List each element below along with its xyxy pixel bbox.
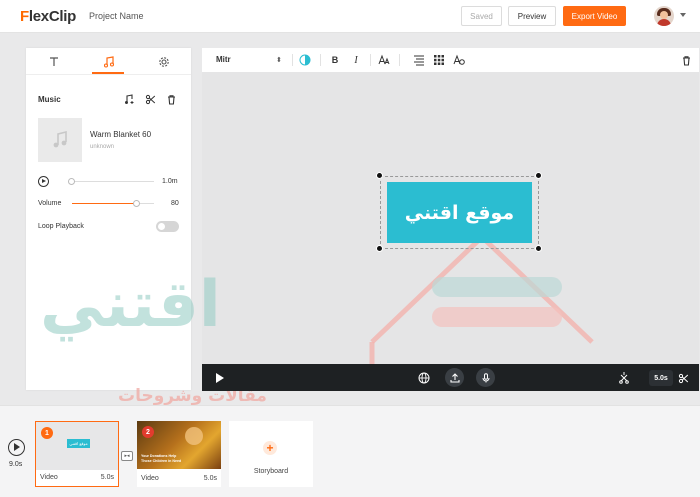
- loop-playback-label: Loop Playback: [38, 223, 84, 230]
- tab-music[interactable]: [81, 48, 136, 75]
- toolbar-divider: [320, 54, 321, 66]
- saved-button[interactable]: Saved: [461, 6, 502, 26]
- play-music-button[interactable]: [38, 176, 49, 187]
- language-button[interactable]: [414, 368, 433, 387]
- resize-handle-top-right[interactable]: [535, 172, 542, 179]
- grid-icon: [434, 55, 444, 65]
- flexclip-logo[interactable]: FlexClip: [20, 8, 76, 25]
- video-canvas[interactable]: موقع اقتني: [202, 72, 699, 364]
- cut-button[interactable]: [675, 370, 691, 386]
- text-effect-button[interactable]: [453, 54, 465, 66]
- delete-music-button[interactable]: [164, 92, 178, 106]
- font-size-icon: [378, 54, 390, 65]
- volume-label: Volume: [38, 200, 62, 207]
- microphone-icon: [482, 372, 489, 382]
- resize-handle-bottom-right[interactable]: [535, 245, 542, 252]
- watermark-text: اقتني: [40, 268, 221, 342]
- clip-overlay-text: Those Children in Need: [141, 459, 182, 463]
- clip-duration: 5.0s: [203, 475, 217, 482]
- panel-tabs: [26, 48, 191, 75]
- timeline: 9.0s موقع اقتني 1 Video 5.0s ▸◂ Your Don…: [0, 405, 700, 497]
- clip-type: Video: [40, 474, 58, 481]
- text-icon: [49, 56, 58, 66]
- font-size-button[interactable]: [378, 54, 390, 66]
- scissors-icon: [145, 94, 155, 104]
- updown-caret-icon[interactable]: ⬍: [276, 56, 282, 64]
- chevron-down-icon[interactable]: [680, 13, 686, 17]
- upload-icon: [449, 372, 460, 383]
- storyboard-button[interactable]: + Storyboard: [229, 421, 313, 487]
- play-button[interactable]: [216, 373, 224, 383]
- text-effect-icon: [453, 54, 465, 65]
- delete-element-button[interactable]: [680, 54, 692, 66]
- plus-icon: +: [263, 441, 277, 455]
- replace-music-button[interactable]: [122, 92, 136, 106]
- align-button[interactable]: [413, 54, 425, 66]
- loop-playback-toggle[interactable]: [156, 221, 179, 232]
- font-select[interactable]: Mitr: [216, 55, 231, 64]
- clip-duration: 5.0s: [100, 474, 114, 481]
- color-picker-button[interactable]: [299, 54, 311, 66]
- clip-caption-preview: موقع اقتني: [67, 439, 90, 448]
- timeline-clip-2[interactable]: Your Donations Help Those Children in Ne…: [137, 421, 221, 487]
- transition-icon[interactable]: ▸◂: [121, 451, 133, 461]
- trash-icon: [167, 94, 175, 105]
- color-icon: [299, 54, 311, 66]
- music-note-icon: [53, 131, 67, 148]
- active-tab-indicator: [92, 72, 124, 74]
- volume-handle[interactable]: [133, 200, 140, 207]
- clip-number-badge: 1: [41, 427, 53, 439]
- trash-icon: [682, 55, 690, 66]
- clip-type: Video: [141, 475, 159, 482]
- grid-button[interactable]: [433, 54, 445, 66]
- caption-text[interactable]: موقع اقتني: [405, 202, 514, 224]
- preview-button[interactable]: Preview: [508, 6, 556, 26]
- toolbar-divider: [292, 54, 293, 66]
- section-title: Music: [38, 95, 61, 104]
- project-name[interactable]: Project Name: [89, 11, 144, 21]
- toolbar-divider: [370, 54, 371, 66]
- music-thumbnail: [38, 118, 82, 162]
- align-icon: [414, 55, 424, 66]
- split-button[interactable]: [616, 370, 632, 386]
- gear-icon: [158, 56, 169, 67]
- globe-icon: [418, 372, 429, 383]
- italic-button[interactable]: I: [350, 54, 362, 66]
- record-voice-button[interactable]: [476, 368, 495, 387]
- clip-overlay-text: Your Donations Help: [141, 454, 177, 458]
- trim-music-button[interactable]: [143, 92, 157, 106]
- upload-button[interactable]: [445, 368, 464, 387]
- bold-button[interactable]: B: [329, 54, 341, 66]
- clip-number-badge: 2: [142, 426, 154, 438]
- avatar[interactable]: [654, 6, 674, 26]
- music-progress-slider[interactable]: [72, 181, 154, 182]
- timeline-play-button[interactable]: [8, 439, 25, 456]
- storyboard-label: Storyboard: [253, 468, 289, 475]
- timeline-clip-1[interactable]: موقع اقتني 1 Video 5.0s: [35, 421, 119, 487]
- music-replace-icon: [124, 93, 133, 104]
- scene-duration[interactable]: 5.0s: [649, 370, 673, 386]
- split-icon: [619, 372, 629, 384]
- resize-handle-top-left[interactable]: [376, 172, 383, 179]
- player-bar: 5.0s: [202, 364, 699, 391]
- top-bar: FlexClip Project Name Saved Preview Expo…: [0, 0, 700, 33]
- music-duration: 1.0m: [162, 178, 178, 185]
- export-video-button[interactable]: Export Video: [563, 6, 626, 26]
- track-artist: unknown: [90, 144, 115, 150]
- volume-fill: [72, 203, 137, 204]
- music-icon: [103, 55, 114, 68]
- tab-text[interactable]: [26, 48, 81, 75]
- text-toolbar: Mitr ⬍ B I: [202, 48, 699, 72]
- total-duration: 9.0s: [9, 461, 23, 468]
- volume-value: 80: [171, 200, 179, 207]
- toolbar-divider: [399, 54, 400, 66]
- resize-handle-bottom-left[interactable]: [376, 245, 383, 252]
- music-progress-handle[interactable]: [68, 178, 75, 185]
- tab-settings[interactable]: [136, 48, 191, 75]
- track-name: Warm Blanket 60: [90, 130, 152, 139]
- scissors-icon: [678, 373, 688, 383]
- caption-text-box[interactable]: موقع اقتني: [387, 182, 532, 243]
